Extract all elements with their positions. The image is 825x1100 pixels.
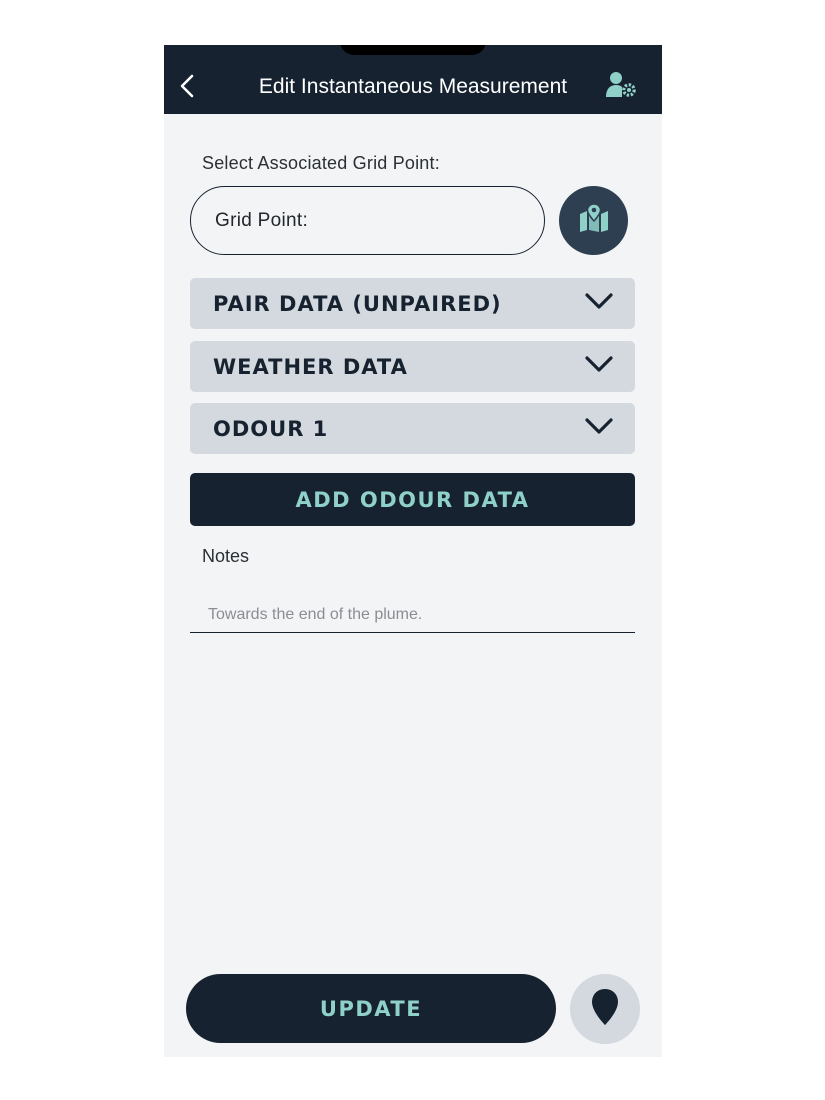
add-odour-data-button[interactable]: ADD ODOUR DATA: [190, 473, 635, 526]
accordion-label: WEATHER DATA: [213, 354, 408, 379]
map-location-icon: [578, 203, 610, 237]
notes-field[interactable]: [190, 597, 635, 633]
chevron-down-icon: [585, 355, 613, 378]
location-button[interactable]: [570, 974, 640, 1044]
phone-screen: Edit Instantaneous Measurement Select As…: [164, 45, 662, 1057]
grid-point-field[interactable]: Grid Point:: [190, 186, 545, 255]
accordion-label: ODOUR 1: [213, 416, 329, 441]
chevron-down-icon: [585, 292, 613, 315]
accordion-odour-1[interactable]: ODOUR 1: [190, 403, 635, 454]
map-pin-icon: [590, 988, 620, 1031]
chevron-down-icon: [585, 417, 613, 440]
user-settings-icon: [606, 71, 638, 104]
update-label: UPDATE: [319, 996, 423, 1021]
page-title: Edit Instantaneous Measurement: [258, 75, 568, 98]
grid-point-label: Select Associated Grid Point:: [202, 153, 440, 173]
map-select-button[interactable]: [559, 186, 628, 255]
accordion-weather-data[interactable]: WEATHER DATA: [190, 341, 635, 392]
add-odour-data-label: ADD ODOUR DATA: [295, 487, 530, 512]
accordion-label: PAIR DATA (UNPAIRED): [213, 291, 502, 316]
accordion-pair-data[interactable]: PAIR DATA (UNPAIRED): [190, 278, 635, 329]
notes-label: Notes: [202, 546, 250, 566]
grid-point-value: Grid Point:: [215, 209, 309, 231]
user-settings-button[interactable]: [604, 71, 640, 103]
update-button[interactable]: UPDATE: [186, 974, 556, 1043]
device-notch: [340, 45, 486, 55]
chevron-left-icon: [179, 73, 195, 104]
back-button[interactable]: [174, 73, 200, 103]
app-header: Edit Instantaneous Measurement: [164, 45, 662, 114]
